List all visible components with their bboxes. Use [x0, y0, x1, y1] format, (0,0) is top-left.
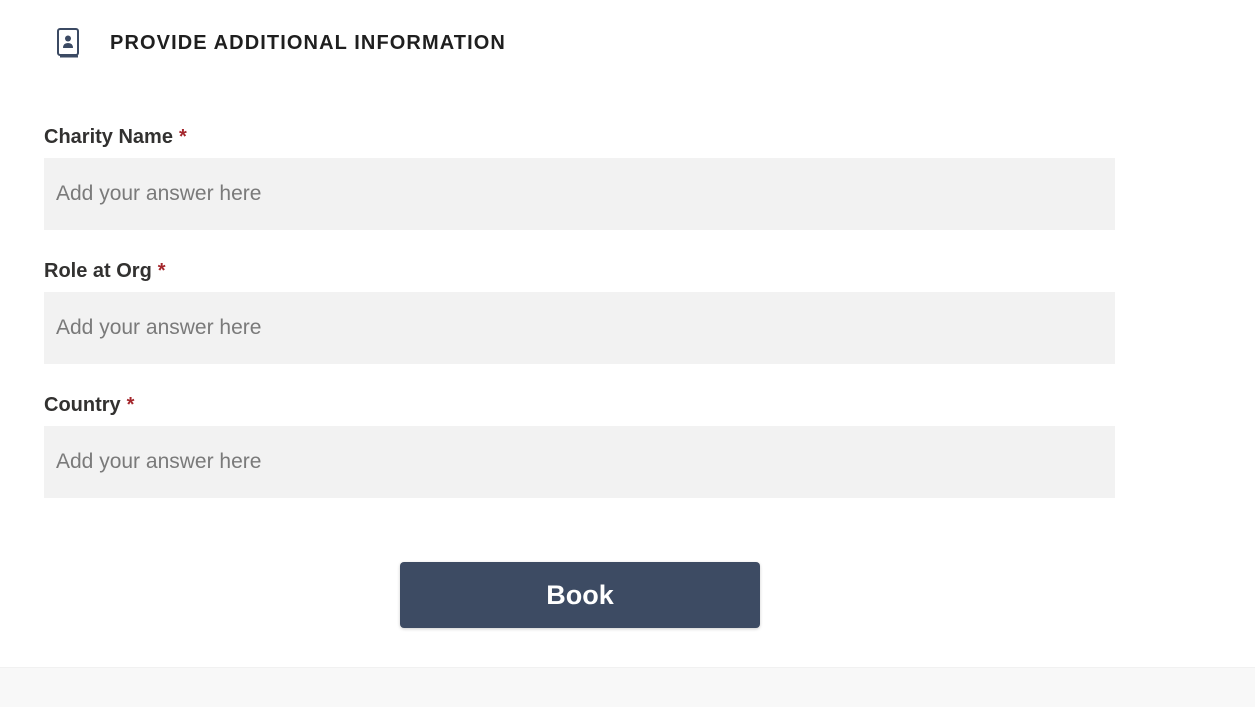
role-at-org-label: Role at Org *: [44, 258, 1115, 284]
country-input[interactable]: [44, 426, 1115, 498]
country-label-text: Country: [44, 394, 121, 416]
role-at-org-input[interactable]: [44, 292, 1115, 364]
required-indicator: *: [126, 394, 135, 416]
charity-name-input[interactable]: [44, 158, 1115, 230]
footer-band: [0, 667, 1255, 707]
required-indicator: *: [157, 260, 166, 282]
charity-name-label-text: Charity Name: [44, 126, 173, 148]
additional-info-form: Charity Name * Role at Org * Country *: [44, 124, 1115, 526]
section-title: PROVIDE ADDITIONAL INFORMATION: [110, 31, 506, 54]
booking-form-page: PROVIDE ADDITIONAL INFORMATION Charity N…: [0, 0, 1255, 707]
charity-name-label: Charity Name *: [44, 124, 1115, 150]
contact-book-icon: [54, 26, 82, 60]
charity-name-field: Charity Name *: [44, 124, 1115, 230]
role-at-org-label-text: Role at Org: [44, 260, 152, 282]
role-at-org-field: Role at Org *: [44, 258, 1115, 364]
country-label: Country *: [44, 392, 1115, 418]
section-header: PROVIDE ADDITIONAL INFORMATION: [54, 26, 506, 60]
required-indicator: *: [178, 126, 187, 148]
book-button[interactable]: Book: [400, 562, 760, 628]
country-field: Country *: [44, 392, 1115, 498]
